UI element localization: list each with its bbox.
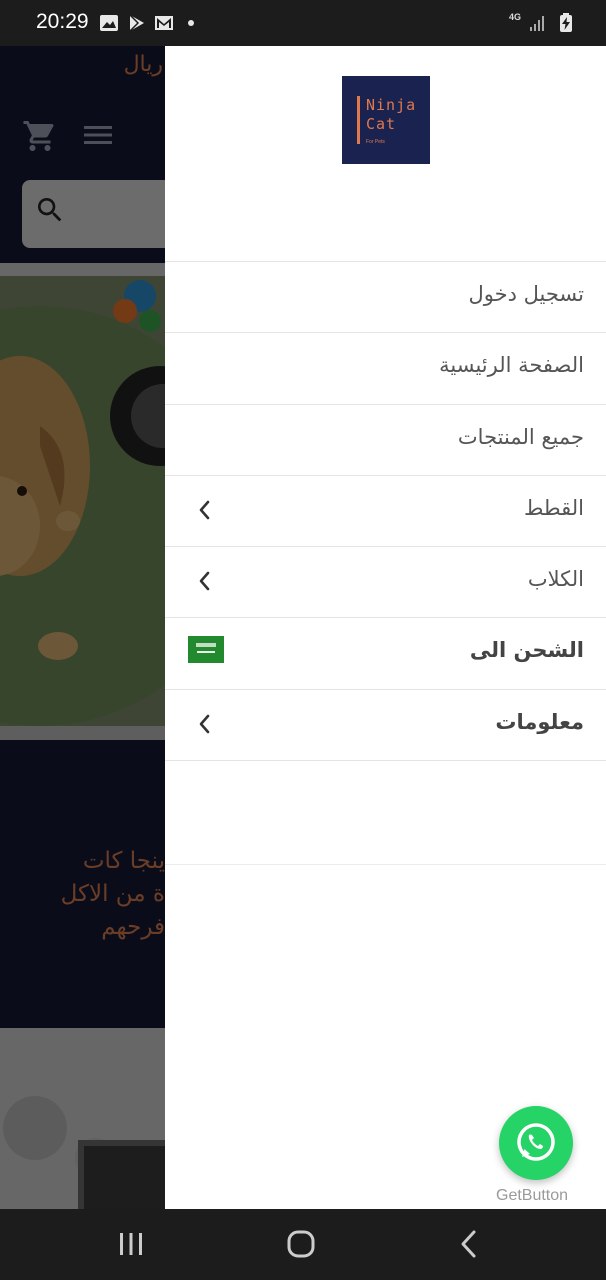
menu-item-home[interactable]: الصفحة الرئيسية <box>165 333 606 405</box>
chevron-left-icon <box>199 571 210 591</box>
menu-item-label: معلومات <box>495 709 584 734</box>
status-time: 20:29 <box>36 10 89 33</box>
notification-dot-icon <box>188 20 194 26</box>
status-bar: 20:29 4G <box>0 0 606 46</box>
chevron-left-icon <box>199 714 210 734</box>
chevron-left-icon <box>199 500 210 520</box>
drawer-scrim[interactable] <box>0 46 165 1209</box>
menu-item-label: الكلاب <box>527 567 584 592</box>
recent-apps-icon[interactable] <box>118 1229 144 1259</box>
gallery-icon <box>100 15 118 31</box>
ninja-cat-logo[interactable]: Ninja Cat For Pets <box>342 76 430 164</box>
logo-line1: Ninja <box>366 96 417 114</box>
menu-item-login[interactable]: تسجيل دخول <box>165 262 606 334</box>
signal-icon <box>530 16 544 31</box>
home-icon[interactable] <box>286 1229 316 1259</box>
logo-bar <box>357 96 360 144</box>
menu-item-label: الصفحة الرئيسية <box>439 353 584 378</box>
menu-item-label: جميع المنتجات <box>457 424 584 449</box>
menu-item-all-products[interactable]: جميع المنتجات <box>165 405 606 476</box>
menu-item-label: القطط <box>523 495 584 520</box>
menu-item-dogs[interactable]: الكلاب <box>165 547 606 619</box>
menu-item-cats[interactable]: القطط <box>165 476 606 548</box>
logo-subtitle: For Pets <box>366 139 385 145</box>
menu-item-label: تسجيل دخول <box>468 282 585 306</box>
back-icon[interactable] <box>458 1229 480 1259</box>
play-store-icon <box>129 14 144 32</box>
navigation-drawer: Ninja Cat For Pets تسجيل دخول الصفحة الر… <box>165 46 606 1209</box>
menu-item-shipping-to[interactable]: الشحن الى <box>165 618 606 690</box>
logo-line2: Cat <box>366 115 397 133</box>
menu-item-info[interactable]: معلومات <box>165 690 606 762</box>
whatsapp-icon <box>517 1123 555 1161</box>
getbutton-label[interactable]: GetButton <box>496 1187 568 1205</box>
saudi-flag-icon <box>188 636 224 664</box>
navigation-bar <box>0 1209 606 1280</box>
menu-item-label: الشحن الى <box>469 638 584 663</box>
menu-divider <box>165 864 606 865</box>
battery-charging-icon <box>560 13 572 32</box>
network-type: 4G <box>509 12 522 22</box>
drawer-menu: تسجيل دخول الصفحة الرئيسية جميع المنتجات… <box>165 261 606 762</box>
gmail-icon <box>155 16 173 30</box>
whatsapp-button[interactable] <box>499 1106 573 1180</box>
